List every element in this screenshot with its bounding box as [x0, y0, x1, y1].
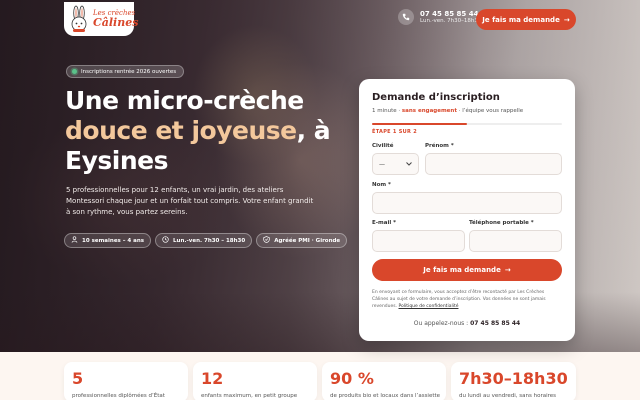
mobile-input[interactable]: [469, 230, 562, 252]
header-cta-label: Je fais ma demande: [482, 15, 560, 24]
civility-value: —: [379, 160, 385, 168]
chip-hours-label: Lun.-ven. 7h30 – 18h30: [173, 237, 246, 244]
mobile-label: Téléphone portable *: [469, 220, 534, 226]
title-after-accent: , à: [296, 116, 331, 145]
title-line3: Eysines: [65, 146, 168, 175]
chevron-down-icon: [406, 161, 412, 168]
stat-card: 90 % de produits bio et locaux dans l’as…: [322, 362, 446, 400]
chip-age-label: 10 semaines – 4 ans: [82, 237, 145, 244]
arrow-right-icon: →: [563, 15, 570, 24]
form-step-indicator: ÉTAPE 1 SUR 2: [372, 129, 417, 135]
stat-value: 12: [201, 369, 224, 388]
form-progress-bar: [372, 123, 562, 125]
form-subtitle-bold: sans engagement: [401, 108, 457, 114]
phone-text: 07 45 85 85 44 Lun.-ven. 7h30–18h30: [420, 10, 481, 24]
civility-select[interactable]: —: [372, 153, 419, 175]
form-progress-fill: [372, 123, 467, 125]
stat-label: du lundi au vendredi, sans horaires: [459, 393, 556, 399]
badge-label: Inscriptions rentrée 2026 ouvertes: [81, 68, 177, 75]
arrow-right-icon: →: [504, 266, 511, 274]
hero-chips: 10 semaines – 4 ans Lun.-ven. 7h30 – 18h…: [64, 233, 348, 248]
lastname-input[interactable]: [372, 192, 562, 214]
logo-line2: Câlines: [93, 16, 139, 29]
phone-number: 07 45 85 85 44: [420, 9, 479, 18]
firstname-input[interactable]: [425, 153, 562, 175]
form-title: Demande d’inscription: [372, 92, 500, 103]
status-dot-icon: [72, 69, 77, 74]
stat-value: 7h30–18h30: [459, 369, 568, 388]
stat-card: 5 professionnelles diplômées d’État: [64, 362, 188, 400]
stat-label: professionnelles diplômées d’État: [72, 393, 165, 399]
shield-check-icon: [263, 236, 270, 245]
form-subtitle: 1 minute · sans engagement · l’équipe vo…: [372, 108, 523, 114]
chip-approval: Agréée PMI · Gironde: [256, 233, 348, 248]
privacy-notice: En envoyant ce formulaire, vous acceptez…: [372, 289, 562, 310]
enrollment-form-card: Demande d’inscription 1 minute · sans en…: [359, 79, 575, 341]
phone-icon: [398, 9, 414, 25]
firstname-label: Prénom *: [425, 143, 454, 149]
submit-label: Je fais ma demande: [423, 266, 501, 274]
logo[interactable]: Les crèches Câlines: [64, 2, 138, 36]
header-cta-button[interactable]: Je fais ma demande →: [476, 9, 576, 30]
enrollment-badge: Inscriptions rentrée 2026 ouvertes: [66, 65, 185, 78]
form-subtitle-pre: 1 minute ·: [372, 108, 402, 114]
title-accent: douce et joyeuse: [65, 116, 297, 145]
stat-value: 90 %: [330, 369, 374, 388]
hero-description: 5 professionnelles pour 12 enfants, un v…: [66, 186, 314, 216]
chip-age: 10 semaines – 4 ans: [64, 233, 152, 248]
header-phone[interactable]: 07 45 85 85 44 Lun.-ven. 7h30–18h30: [398, 9, 481, 25]
email-input[interactable]: [372, 230, 465, 252]
call-us-line: Ou appelez-nous : 07 45 85 85 44: [359, 320, 575, 327]
clock-icon: [162, 236, 169, 245]
submit-button[interactable]: Je fais ma demande →: [372, 259, 562, 281]
lastname-label: Nom *: [372, 182, 391, 188]
opening-hours: Lun.-ven. 7h30–18h30: [420, 17, 482, 24]
title-line1: Une micro-crèche: [65, 86, 304, 115]
stat-label: de produits bio et locaux dans l’assiett…: [330, 393, 441, 399]
stat-card: 7h30–18h30 du lundi au vendredi, sans ho…: [451, 362, 576, 400]
child-icon: [71, 236, 78, 245]
stat-label: enfants maximum, en petit groupe: [201, 393, 298, 399]
civility-label: Civilité: [372, 143, 394, 149]
chip-hours: Lun.-ven. 7h30 – 18h30: [155, 233, 253, 248]
logo-text: Les crèches Câlines: [93, 10, 139, 29]
page-title: Une micro-crèche douce et joyeuse, à Eys…: [65, 86, 355, 176]
stat-card: 12 enfants maximum, en petit groupe: [193, 362, 317, 400]
call-us-phone-link[interactable]: 07 45 85 85 44: [470, 320, 520, 327]
email-label: E-mail *: [372, 220, 397, 226]
chip-approval-label: Agréée PMI · Gironde: [274, 237, 341, 244]
call-us-label: Ou appelez-nous :: [413, 320, 471, 327]
privacy-policy-link[interactable]: Politique de confidentialité: [399, 304, 459, 309]
bunny-logo-icon: [68, 5, 90, 33]
form-subtitle-post: · l’équipe vous rappelle: [456, 108, 524, 114]
stat-value: 5: [72, 369, 84, 388]
